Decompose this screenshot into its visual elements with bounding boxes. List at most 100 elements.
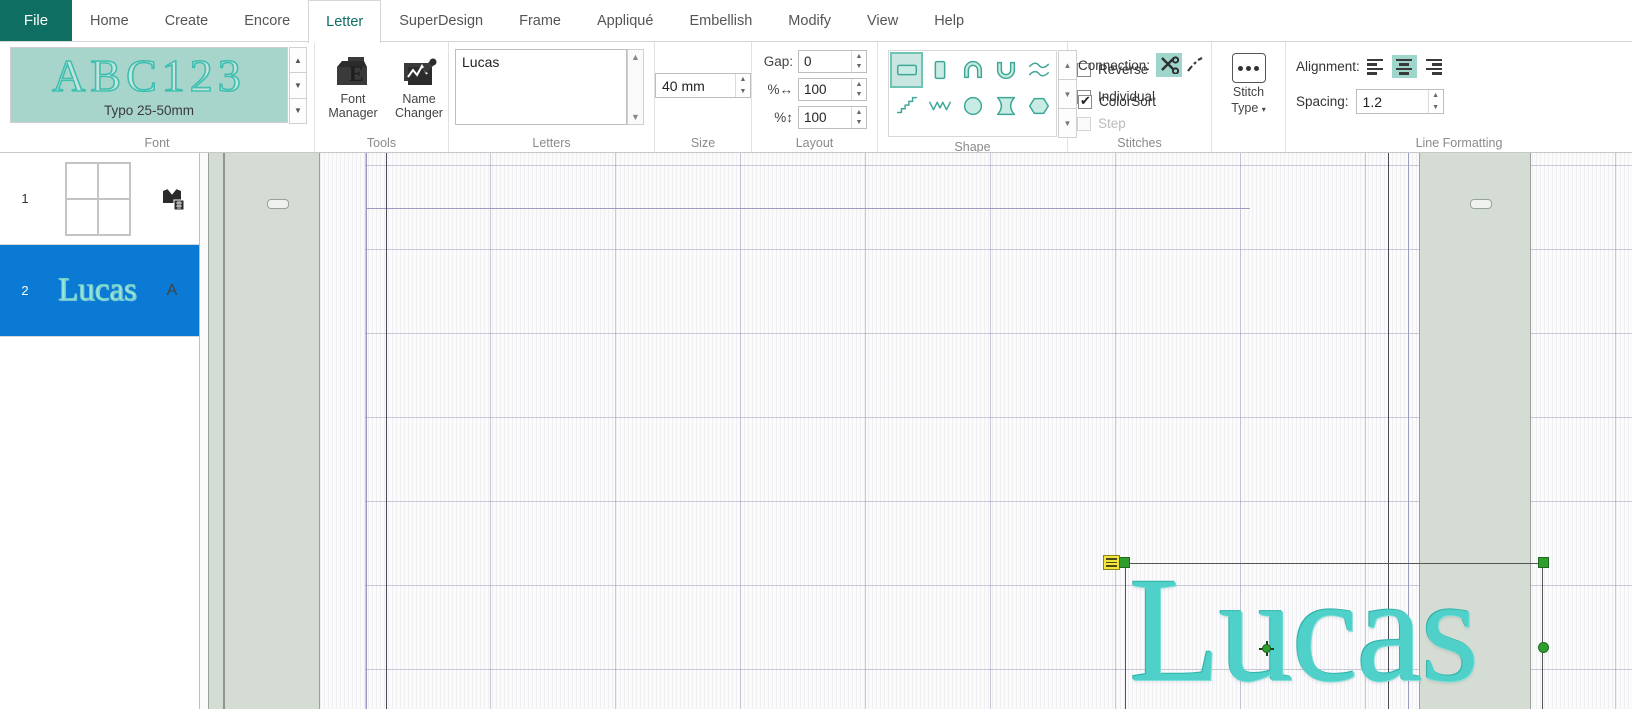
spacing-field[interactable]: ▲ ▼: [1355, 89, 1444, 114]
tab-view[interactable]: View: [849, 0, 916, 41]
layout-height-input[interactable]: [799, 107, 851, 128]
scissors-icon[interactable]: [1156, 53, 1183, 77]
font-manager-button[interactable]: E Font Manager: [321, 49, 385, 123]
layout-gap-up-icon[interactable]: ▲: [852, 51, 866, 62]
hoop-clamp-left[interactable]: [267, 199, 289, 209]
layout-width-down-icon[interactable]: ▼: [852, 90, 866, 101]
font-gallery-expand-icon[interactable]: ▼: [289, 97, 307, 124]
size-up-icon[interactable]: ▲: [736, 74, 750, 86]
hoop-inner-edge-left: [223, 153, 225, 709]
list-item-number: 1: [21, 191, 29, 206]
tab-frame[interactable]: Frame: [501, 0, 579, 41]
group-label-stitch-type: [1212, 135, 1285, 152]
layout-width-input[interactable]: [799, 79, 851, 100]
spacing-down-icon[interactable]: ▼: [1429, 102, 1443, 114]
ribbon-group-layout: Gap: ▲ ▼ %↔: [752, 42, 878, 152]
shape-rectangle-horizontal[interactable]: [890, 52, 923, 88]
letters-input[interactable]: [455, 49, 627, 125]
connection-row: Connection:: [1078, 53, 1208, 77]
size-down-icon[interactable]: ▼: [736, 86, 750, 98]
layout-gap-down-icon[interactable]: ▼: [852, 62, 866, 73]
chevron-down-icon[interactable]: ▾: [1262, 105, 1266, 114]
font-scroll-down-icon[interactable]: ▼: [289, 72, 307, 99]
layout-width-field[interactable]: ▲ ▼: [798, 78, 867, 101]
spacing-stepper[interactable]: ▲ ▼: [1427, 90, 1443, 114]
layout-width-stepper[interactable]: ▲ ▼: [851, 79, 866, 100]
lettering-thumbnail: Lucas: [40, 272, 155, 309]
group-label-letters: Letters: [532, 136, 571, 150]
design-menu-icon[interactable]: [1103, 555, 1120, 570]
tab-modify[interactable]: Modify: [770, 0, 849, 41]
font-scroll-up-icon[interactable]: ▲: [289, 47, 307, 74]
name-changer-label-line1: Name: [402, 92, 436, 106]
hoop-thumbnail: [40, 161, 155, 236]
rotate-handle-right[interactable]: [1538, 642, 1549, 653]
letters-scrollbar[interactable]: ▲ ▼: [627, 49, 644, 125]
layout-height-stepper[interactable]: ▲ ▼: [851, 107, 866, 128]
ribbon: ABC123 Typo 25-50mm ▲ ▼ ▼ Font E Font Ma…: [0, 42, 1632, 153]
layout-gap-field[interactable]: ▲ ▼: [798, 50, 867, 73]
selected-design[interactable]: Lucas: [1103, 555, 1549, 709]
resize-handle-top-left[interactable]: [1119, 557, 1130, 568]
tab-create[interactable]: Create: [147, 0, 227, 41]
layout-gap-input[interactable]: [799, 51, 851, 72]
shape-arch-up[interactable]: [956, 52, 989, 88]
svg-text:E: E: [349, 61, 364, 86]
design-canvas[interactable]: Lucas: [200, 153, 1632, 709]
align-right-button[interactable]: [1417, 55, 1442, 78]
resize-handle-top-right[interactable]: [1538, 557, 1549, 568]
shape-hexagon[interactable]: [1022, 88, 1055, 124]
stitch-type-label-line2: Type ▾: [1231, 101, 1266, 115]
layout-gap-stepper[interactable]: ▲ ▼: [851, 51, 866, 72]
name-changer-button[interactable]: Name Changer: [387, 49, 451, 123]
name-changer-icon: [400, 52, 438, 92]
lettering-thumbnail-text: Lucas: [58, 272, 138, 309]
tab-file[interactable]: File: [0, 0, 72, 41]
guide-horizontal-top: [366, 208, 1250, 209]
list-item-lettering[interactable]: 2 Lucas A: [0, 245, 199, 337]
shape-diagonal-steps[interactable]: [890, 88, 923, 124]
ribbon-group-stitch-type: Stitch Type ▾: [1212, 42, 1286, 152]
layout-height-pct-icon: %↕: [774, 110, 793, 125]
letters-scroll-down-icon[interactable]: ▼: [631, 110, 640, 124]
spacing-input[interactable]: [1356, 90, 1428, 113]
size-stepper[interactable]: ▲ ▼: [735, 74, 750, 97]
stitch-type-button[interactable]: Stitch Type ▾: [1218, 47, 1279, 117]
tab-home[interactable]: Home: [72, 0, 147, 41]
shape-gallery[interactable]: [888, 50, 1057, 137]
tab-help[interactable]: Help: [916, 0, 982, 41]
running-stitch-icon[interactable]: [1182, 53, 1208, 77]
hoop-clamp-right[interactable]: [1470, 199, 1492, 209]
letters-scroll-up-icon[interactable]: ▲: [631, 50, 640, 64]
shape-circle[interactable]: [956, 88, 989, 124]
ribbon-group-stitches: Connection: ✔ ColorSort Stitches: [1068, 42, 1212, 152]
tab-appliqu-[interactable]: Appliqué: [579, 0, 671, 41]
colorsort-checkbox-box[interactable]: [1078, 93, 1092, 109]
tab-letter[interactable]: Letter: [308, 0, 382, 43]
center-origin-marker[interactable]: [1259, 641, 1274, 656]
layout-height-up-icon[interactable]: ▲: [852, 107, 866, 118]
size-input[interactable]: [656, 74, 735, 97]
guide-vertical-left: [366, 153, 367, 709]
layout-width-up-icon[interactable]: ▲: [852, 79, 866, 90]
size-field[interactable]: ▲ ▼: [655, 73, 751, 98]
font-preview-button[interactable]: ABC123 Typo 25-50mm: [10, 47, 288, 123]
shape-bowtie[interactable]: [989, 88, 1022, 124]
list-item-hoop[interactable]: 1: [0, 153, 199, 245]
layout-width-pct-icon: %↔: [767, 82, 793, 97]
tab-superdesign[interactable]: SuperDesign: [381, 0, 501, 41]
alignment-label: Alignment:: [1296, 59, 1360, 74]
layout-height-down-icon[interactable]: ▼: [852, 118, 866, 129]
shape-zigzag[interactable]: [923, 88, 956, 124]
colorsort-checkbox[interactable]: ColorSort: [1078, 88, 1156, 115]
align-center-button[interactable]: [1391, 55, 1417, 78]
shape-rectangle-vertical[interactable]: [923, 52, 956, 88]
spacing-up-icon[interactable]: ▲: [1429, 90, 1443, 102]
tab-encore[interactable]: Encore: [226, 0, 308, 41]
align-left-button[interactable]: [1366, 55, 1392, 78]
font-gallery-scroll[interactable]: ▲ ▼ ▼: [289, 47, 307, 124]
shape-wave-double[interactable]: [1022, 52, 1055, 88]
tab-embellish[interactable]: Embellish: [671, 0, 770, 41]
shape-arch-down[interactable]: [989, 52, 1022, 88]
layout-height-field[interactable]: ▲ ▼: [798, 106, 867, 129]
